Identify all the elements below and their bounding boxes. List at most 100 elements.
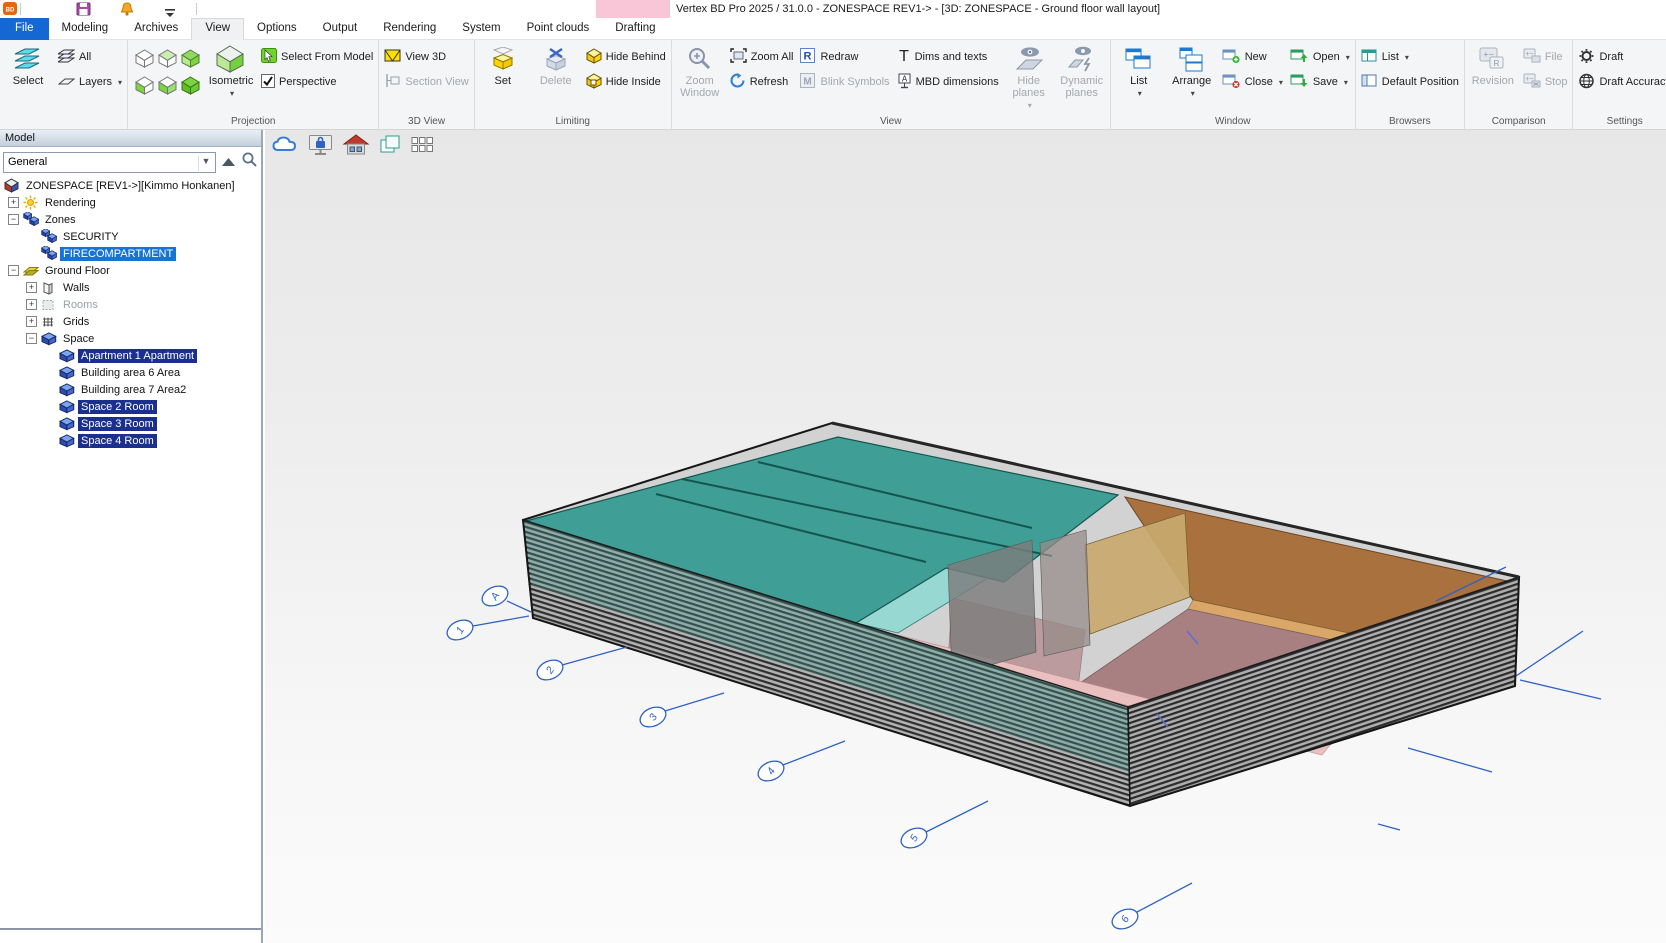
ribbon-item-new[interactable]: New	[1222, 49, 1283, 65]
ribbon-item-select[interactable]: Select	[5, 41, 51, 87]
projection-cube-6-button[interactable]	[179, 72, 201, 98]
model-tree: ZONESPACE [REV1->][Kimmo Honkanen]+Rende…	[0, 177, 261, 449]
ribbon-item-hide-inside[interactable]: Hide Inside	[586, 74, 666, 90]
panel-splitter[interactable]	[0, 928, 261, 930]
chevron-down-icon[interactable]: ▼	[198, 156, 213, 171]
search-icon[interactable]	[241, 151, 258, 173]
tree-expander[interactable]: −	[8, 214, 19, 225]
ribbon-item-mbd-dimensions[interactable]: AMBD dimensions	[897, 74, 999, 90]
tree-item-security[interactable]: SECURITY	[0, 228, 261, 245]
ribbon-item-label: Default Position	[1382, 76, 1459, 88]
tree-item-space-2-room[interactable]: Space 2 Room	[0, 398, 261, 415]
tree-item-space-4-room[interactable]: Space 4 Room	[0, 432, 261, 449]
tree-item-label: Ground Floor	[42, 264, 113, 278]
tab-modeling[interactable]: Modeling	[49, 18, 122, 40]
chevron-down-icon: ▾	[1277, 78, 1283, 87]
tree-expander[interactable]: +	[26, 316, 37, 327]
tree-item-rendering[interactable]: +Rendering	[0, 194, 261, 211]
tree-item-rooms[interactable]: +Rooms	[0, 296, 261, 313]
ribbon-item-open[interactable]: Open▾	[1290, 49, 1350, 65]
ribbon-item-dims-and-texts[interactable]: TDims and texts	[897, 49, 999, 65]
tree-item-building-area-6-area[interactable]: Building area 6 Area	[0, 364, 261, 381]
tab-system[interactable]: System	[449, 18, 513, 40]
ribbon-item-perspective[interactable]: Perspective	[261, 74, 373, 90]
projection-cube-4-button[interactable]	[133, 72, 155, 98]
space-cube-icon	[59, 366, 75, 380]
tab-view[interactable]: View	[191, 18, 244, 40]
cascade-windows-icon[interactable]	[379, 134, 402, 160]
ribbon-group-label: Limiting	[480, 115, 666, 129]
cloud-icon[interactable]	[271, 133, 299, 161]
projection-cube-3-button[interactable]	[179, 45, 201, 71]
ribbon-item-hide-behind[interactable]: Hide Behind	[586, 49, 666, 65]
3d-viewport-scene[interactable]: A123456	[265, 130, 1666, 943]
ribbon-item-zoom-all[interactable]: Zoom All	[730, 49, 794, 65]
ribbon-item-list[interactable]: List▾	[1116, 41, 1162, 100]
svg-text:R: R	[804, 51, 812, 63]
tree-item-ground-floor[interactable]: − Ground Floor	[0, 262, 261, 279]
tree-expander[interactable]: +	[26, 299, 37, 310]
projection-cube-2-button[interactable]	[156, 45, 178, 71]
ribbon-item-draft[interactable]: Draft	[1578, 49, 1666, 65]
ribbon-item-arrange[interactable]: Arrange▾	[1169, 41, 1215, 100]
tree-expander[interactable]: −	[26, 333, 37, 344]
tree-item-zones[interactable]: −Zones	[0, 211, 261, 228]
model-browser-panel: Model General ▼ ZONESPACE [REV1->][Kimmo…	[0, 130, 263, 943]
tree-item-grids[interactable]: +Grids	[0, 313, 261, 330]
projection-cube-1-button[interactable]	[133, 45, 155, 71]
tree-item-apartment-1-apartment[interactable]: Apartment 1 Apartment	[0, 347, 261, 364]
tab-file[interactable]: File	[0, 18, 49, 40]
tree-item-zonespace-rev1-kimmo-honkanen[interactable]: ZONESPACE [REV1->][Kimmo Honkanen]	[0, 177, 261, 194]
ribbon-item-layers[interactable]: Layers▾	[58, 74, 122, 90]
ribbon-item-close[interactable]: Close▾	[1222, 74, 1283, 90]
ribbon-item-set[interactable]: Set	[480, 41, 526, 87]
tab-output[interactable]: Output	[310, 18, 371, 40]
tree-item-space[interactable]: −Space	[0, 330, 261, 347]
ribbon-item-blink-symbols: MBlink Symbols	[800, 74, 889, 90]
window-title: Vertex BD Pro 2025 / 31.0.0 - ZONESPACE …	[676, 3, 1160, 15]
ribbon-item-redraw[interactable]: RRedraw	[800, 49, 889, 65]
ribbon-item-label: Hide Behind	[606, 51, 666, 63]
ribbon-item-zoom-window: Zoom Window	[677, 41, 723, 99]
ribbon-group-label: Projection	[133, 115, 373, 129]
tree-item-firecompartment[interactable]: FIRECOMPARTMENT	[0, 245, 261, 262]
monitor-lock-icon[interactable]	[308, 134, 333, 161]
tree-item-walls[interactable]: +Walls	[0, 279, 261, 296]
window-list-icon	[1123, 44, 1155, 74]
tree-filter-combobox[interactable]: General ▼	[3, 152, 216, 173]
ribbon-item-select-from-model[interactable]: Select From Model	[261, 49, 373, 65]
ribbon-item-label: New	[1245, 51, 1267, 63]
ribbon-item-save[interactable]: Save▾	[1290, 74, 1350, 90]
tree-expander[interactable]: +	[26, 282, 37, 293]
3d-viewport[interactable]: A123456	[265, 130, 1666, 943]
tree-expander[interactable]: −	[8, 265, 19, 276]
tab-rendering[interactable]: Rendering	[370, 18, 449, 40]
browser-list-icon	[1361, 48, 1378, 66]
set-box-icon	[489, 44, 517, 74]
ribbon-group-label	[5, 115, 122, 129]
tree-expander[interactable]: +	[8, 197, 19, 208]
cube-yellow-icon	[586, 48, 602, 67]
ribbon-item-isometric[interactable]: Isometric▾	[208, 41, 254, 100]
ribbon-item-list[interactable]: List▾	[1361, 49, 1459, 65]
grid-squares-icon[interactable]	[411, 135, 434, 160]
ribbon-item-draft-accuracy[interactable]: Draft Accuracy	[1578, 74, 1666, 90]
ribbon-item-label: Revision	[1472, 75, 1514, 87]
tree-item-space-3-room[interactable]: Space 3 Room	[0, 415, 261, 432]
building-model[interactable]	[523, 423, 1519, 806]
all-layers-icon	[58, 48, 75, 66]
tab-options[interactable]: Options	[244, 18, 310, 40]
partition-face-grey2[interactable]	[1040, 530, 1090, 656]
tree-item-building-area-7-area2[interactable]: Building area 7 Area2	[0, 381, 261, 398]
ribbon-item-refresh[interactable]: Refresh	[730, 74, 794, 90]
tab-point-clouds[interactable]: Point clouds	[514, 18, 603, 40]
ribbon-item-all[interactable]: All	[58, 49, 122, 65]
projection-cube-5-button[interactable]	[156, 72, 178, 98]
house-icon[interactable]	[342, 133, 370, 161]
tab-drafting[interactable]: Drafting	[602, 18, 668, 40]
ribbon-item-default-position[interactable]: Default Position	[1361, 74, 1459, 90]
tab-archives[interactable]: Archives	[121, 18, 191, 40]
ribbon-item-view-3d[interactable]: View 3D	[384, 49, 468, 65]
collapse-up-button[interactable]	[219, 152, 238, 173]
grid-bubble-1: 1	[444, 616, 476, 643]
